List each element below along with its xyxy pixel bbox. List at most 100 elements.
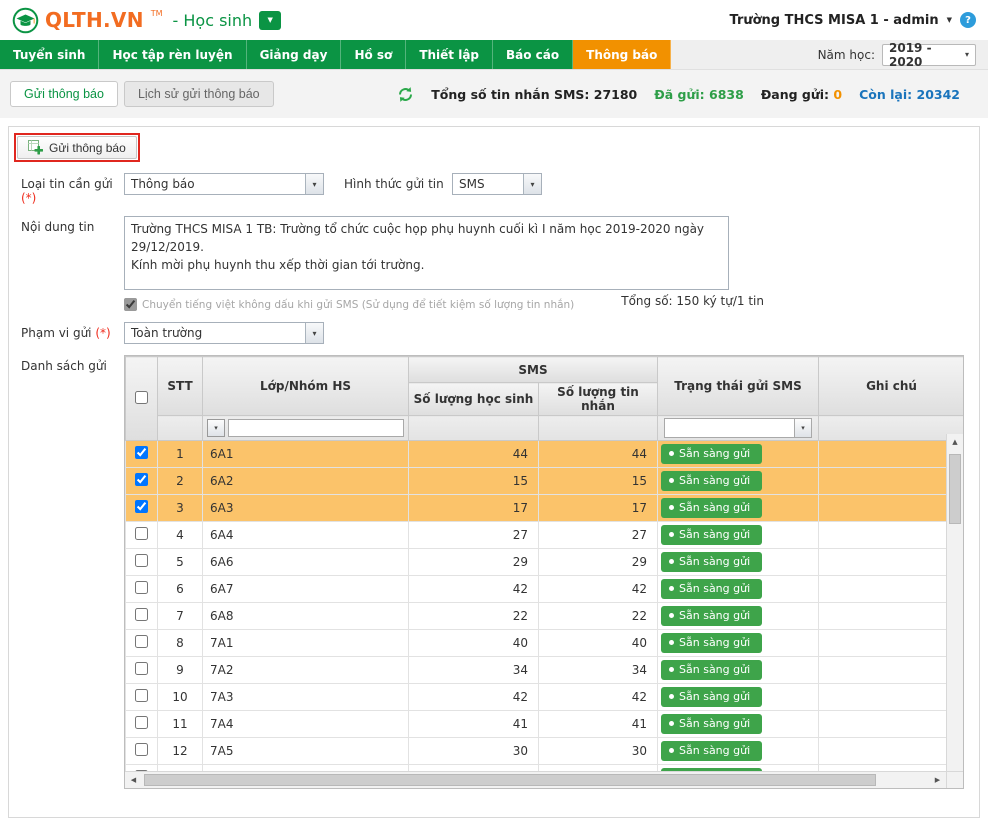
school-year-select[interactable]: 2019 - 2020 ▾ — [882, 44, 976, 66]
send-method-select[interactable]: SMS ▾ — [452, 173, 542, 195]
nav-tab-5[interactable]: Báo cáo — [493, 40, 573, 69]
header-note[interactable]: Ghi chú — [819, 357, 964, 416]
nav-tab-3[interactable]: Hồ sơ — [341, 40, 406, 69]
row-note — [819, 711, 964, 738]
row-status-cell: Sẵn sàng gửi — [658, 603, 819, 630]
table-row: 66A74242Sẵn sàng gửi — [126, 576, 965, 603]
header-message-count[interactable]: Số lượng tin nhắn — [539, 383, 658, 416]
nav-tab-1[interactable]: Học tập rèn luyện — [99, 40, 246, 69]
module-area: - Học sinh ▼ — [173, 11, 282, 30]
nav-tab-0[interactable]: Tuyển sinh — [0, 40, 99, 69]
nav-tab-4[interactable]: Thiết lập — [406, 40, 493, 69]
nav-tab-6[interactable]: Thông báo — [573, 40, 671, 69]
header-stt[interactable]: STT — [158, 357, 203, 416]
scroll-up-button[interactable]: ▲ — [947, 434, 964, 450]
scope-row: Phạm vi gửi (*) Toàn trường ▾ — [21, 322, 967, 344]
unaccented-checkbox[interactable] — [124, 298, 137, 311]
row-select-cell — [126, 468, 158, 495]
row-checkbox[interactable] — [135, 446, 148, 459]
row-message-count: 22 — [539, 603, 658, 630]
brand: QLTH.VNTM — [12, 7, 163, 34]
account-name[interactable]: Trường THCS MISA 1 - admin — [730, 13, 939, 28]
school-year-value: 2019 - 2020 — [889, 41, 965, 69]
row-checkbox[interactable] — [135, 608, 148, 621]
status-badge: Sẵn sàng gửi — [661, 579, 762, 599]
header-sms-status[interactable]: Trạng thái gửi SMS — [658, 357, 819, 416]
status-badge: Sẵn sàng gửi — [661, 606, 762, 626]
row-select-cell — [126, 522, 158, 549]
row-select-cell — [126, 711, 158, 738]
message-type-select[interactable]: Thông báo ▾ — [124, 173, 324, 195]
status-dot-icon — [669, 694, 674, 699]
scroll-right-button[interactable]: ▶ — [929, 772, 946, 788]
unaccented-checkbox-label: Chuyển tiếng việt không dấu khi gửi SMS … — [142, 299, 574, 311]
row-note — [819, 576, 964, 603]
send-list-grid: STT Lớp/Nhóm HS SMS Trạng thái gửi SMS G… — [124, 355, 964, 789]
class-filter-dropdown-button[interactable]: ▾ — [207, 419, 225, 437]
row-student-count: 44 — [409, 441, 539, 468]
history-tab[interactable]: Lịch sử gửi thông báo — [124, 81, 274, 107]
row-checkbox[interactable] — [135, 581, 148, 594]
nav-tab-2[interactable]: Giảng dạy — [247, 40, 342, 69]
stat-remaining: Còn lại: 20342 — [859, 87, 960, 102]
status-badge: Sẵn sàng gửi — [661, 687, 762, 707]
status-dot-icon — [669, 559, 674, 564]
status-dot-icon — [669, 505, 674, 510]
row-select-cell — [126, 657, 158, 684]
row-class: 6A1 — [203, 441, 409, 468]
vertical-scroll-thumb[interactable] — [949, 454, 961, 524]
scroll-left-button[interactable]: ◀ — [125, 772, 142, 788]
status-filter-select[interactable]: ▾ — [664, 418, 812, 438]
row-checkbox[interactable] — [135, 554, 148, 567]
row-checkbox[interactable] — [135, 716, 148, 729]
row-class: 7A4 — [203, 711, 409, 738]
row-stt: 3 — [158, 495, 203, 522]
help-icon[interactable]: ? — [960, 12, 976, 28]
table-row: 36A31717Sẵn sàng gửi — [126, 495, 965, 522]
row-checkbox[interactable] — [135, 689, 148, 702]
module-dropdown-button[interactable]: ▼ — [259, 11, 281, 30]
school-year-label: Năm học: — [818, 48, 875, 62]
class-filter-input[interactable] — [228, 419, 404, 437]
char-count: Tổng số: 150 ký tự/1 tin — [621, 294, 764, 308]
header-student-count[interactable]: Số lượng học sinh — [409, 383, 539, 416]
send-notification-tab[interactable]: Gửi thông báo — [10, 81, 118, 107]
row-status-cell: Sẵn sàng gửi — [658, 657, 819, 684]
row-checkbox[interactable] — [135, 743, 148, 756]
select-all-checkbox[interactable] — [135, 391, 148, 404]
row-checkbox[interactable] — [135, 500, 148, 513]
row-stt: 12 — [158, 738, 203, 765]
row-note — [819, 522, 964, 549]
status-label: Sẵn sàng gửi — [679, 501, 750, 514]
row-checkbox[interactable] — [135, 473, 148, 486]
row-note — [819, 738, 964, 765]
dropdown-arrow-icon: ▾ — [305, 174, 323, 194]
horizontal-scroll-thumb[interactable] — [144, 774, 876, 786]
row-checkbox[interactable] — [135, 662, 148, 675]
refresh-icon[interactable] — [397, 86, 414, 103]
row-status-cell: Sẵn sàng gửi — [658, 576, 819, 603]
scope-select[interactable]: Toàn trường ▾ — [124, 322, 324, 344]
row-student-count: 30 — [409, 738, 539, 765]
account-caret-icon[interactable]: ▼ — [947, 16, 952, 24]
send-list-label: Danh sách gửi — [21, 355, 124, 373]
scope-value: Toàn trường — [125, 326, 305, 340]
content-options-row: Chuyển tiếng việt không dấu khi gửi SMS … — [124, 298, 764, 311]
vertical-scrollbar[interactable]: ▲ ▼ — [946, 434, 963, 788]
send-notification-button[interactable]: Gửi thông báo — [17, 136, 137, 159]
horizontal-scrollbar[interactable]: ◀ ▶ — [125, 771, 946, 788]
row-checkbox[interactable] — [135, 635, 148, 648]
row-note — [819, 441, 964, 468]
status-dot-icon — [669, 532, 674, 537]
row-stt: 11 — [158, 711, 203, 738]
row-checkbox[interactable] — [135, 527, 148, 540]
row-message-count: 42 — [539, 684, 658, 711]
status-badge: Sẵn sàng gửi — [661, 444, 762, 464]
status-badge: Sẵn sàng gửi — [661, 660, 762, 680]
main-nav: Tuyển sinhHọc tập rèn luyệnGiảng dạyHồ s… — [0, 40, 988, 70]
header-class-group[interactable]: Lớp/Nhóm HS — [203, 357, 409, 416]
nav-tabs: Tuyển sinhHọc tập rèn luyệnGiảng dạyHồ s… — [0, 40, 671, 69]
content-textarea[interactable]: Trường THCS MISA 1 TB: Trường tổ chức cu… — [124, 216, 729, 290]
table-row: 107A34242Sẵn sàng gửi — [126, 684, 965, 711]
row-student-count: 15 — [409, 468, 539, 495]
